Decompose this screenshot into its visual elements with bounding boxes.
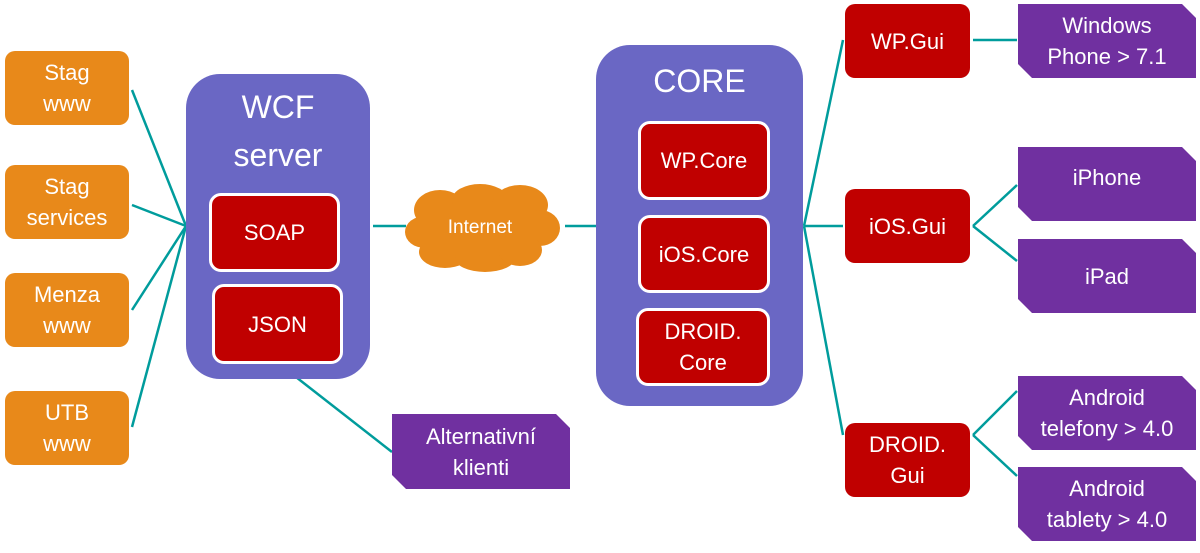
connector [130, 225, 188, 311]
client-windows-phone: Windows Phone > 7.1 [1018, 4, 1196, 78]
soap-module: SOAP [209, 193, 340, 272]
connector [130, 225, 188, 428]
label: www [43, 313, 91, 338]
wp-core-module: WP.Core [638, 121, 770, 200]
wp-gui-module: WP.Gui [845, 4, 970, 78]
client-iphone: iPhone [1018, 147, 1196, 221]
label: services [26, 205, 108, 230]
connector [972, 390, 1018, 436]
connector [972, 184, 1018, 227]
wcf-title-2: server [233, 137, 323, 173]
label: telefony > 4.0 [1040, 416, 1174, 441]
connector [130, 89, 188, 227]
source-utb-www: UTB www [5, 391, 129, 465]
source-stag-services: Stag services [5, 165, 129, 239]
client-android-tablets: Android tablety > 4.0 [1018, 467, 1196, 541]
ios-core-module: iOS.Core [638, 215, 770, 293]
source-menza-www: Menza www [5, 273, 129, 347]
label: Alternativní [425, 423, 537, 449]
label: klienti [452, 454, 510, 480]
label: www [43, 431, 91, 456]
connector [802, 225, 845, 436]
client-android-phones: Android telefony > 4.0 [1018, 376, 1196, 450]
label: DROID. [664, 319, 742, 344]
client-ipad: iPad [1018, 239, 1196, 313]
connector [802, 39, 845, 227]
label: Core [679, 350, 727, 375]
json-module: JSON [212, 284, 343, 364]
label: www [43, 91, 91, 116]
ios-gui-module: iOS.Gui [845, 189, 970, 263]
label: Windows [1062, 13, 1152, 38]
label: tablety > 4.0 [1046, 507, 1168, 532]
label: Android [1069, 385, 1145, 410]
label: Stag [44, 174, 90, 199]
droid-gui-module: DROID. Gui [845, 423, 970, 497]
label: Stag [44, 60, 90, 85]
connector [972, 434, 1018, 477]
connector [972, 225, 1018, 262]
label: Phone > 7.1 [1047, 44, 1167, 69]
label: Android [1069, 476, 1145, 501]
label: Menza [33, 282, 101, 307]
core-title: CORE [653, 63, 746, 99]
label: Gui [890, 463, 925, 488]
label: UTB [45, 400, 89, 425]
droid-core-module: DROID. Core [636, 308, 770, 386]
source-stag-www: Stag www [5, 51, 129, 125]
wcf-title: WCF [241, 89, 315, 125]
alternative-clients: Alternativní klienti [392, 414, 570, 489]
label: DROID. [869, 432, 946, 457]
internet-label: Internet [447, 216, 513, 238]
